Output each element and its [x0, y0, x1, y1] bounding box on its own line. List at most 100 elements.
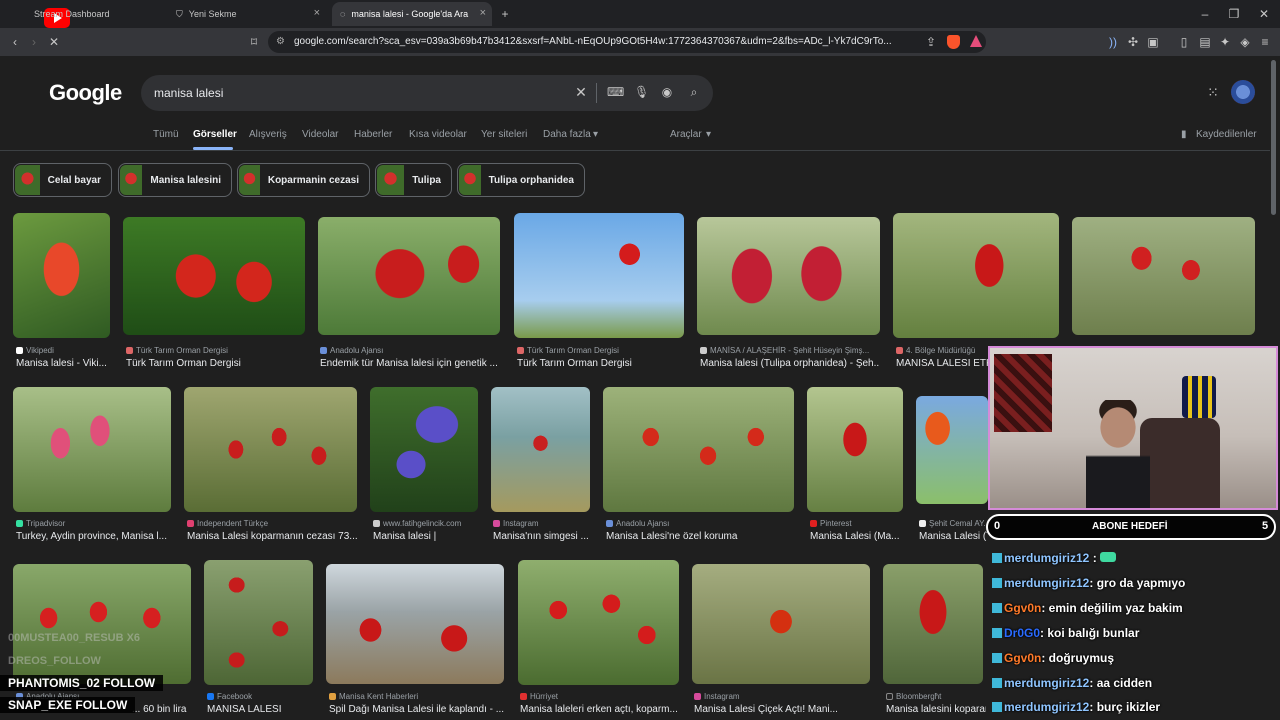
maximize-icon[interactable]: ❐: [1227, 7, 1241, 21]
goal-label: ABONE HEDEFİ: [1092, 521, 1168, 532]
wallet-icon[interactable]: ▤: [1198, 35, 1212, 49]
tab-images[interactable]: Görseller: [193, 129, 237, 140]
lens-icon[interactable]: ◉: [660, 85, 674, 99]
chip-koparmanin-cezasi[interactable]: Koparmanin cezasi: [237, 163, 370, 197]
back-icon[interactable]: ‹: [8, 35, 22, 49]
result-title[interactable]: Manisa Lalesi (T...: [919, 531, 987, 542]
image-result[interactable]: [893, 213, 1059, 338]
clear-icon[interactable]: ✕: [574, 85, 588, 99]
tab-shopping[interactable]: Alışveriş: [249, 129, 287, 140]
search-query[interactable]: manisa lalesi: [154, 86, 223, 100]
menu-icon[interactable]: ≡: [1258, 35, 1272, 49]
favicon: [373, 520, 380, 527]
tools-button[interactable]: Araçlar: [670, 129, 702, 140]
favicon: [694, 693, 701, 700]
site-info-icon[interactable]: ⚙: [276, 31, 285, 53]
saved-button[interactable]: Kaydedilenler: [1196, 129, 1257, 140]
close-tab-icon[interactable]: ×: [314, 7, 320, 19]
tab-web[interactable]: Yer siteleri: [481, 129, 527, 140]
address-bar[interactable]: ⚙ google.com/search?sca_esv=039a3b69b47b…: [268, 31, 986, 53]
rewards-icon[interactable]: [970, 35, 982, 47]
close-tab-icon[interactable]: ×: [480, 7, 486, 19]
tab-new[interactable]: ⛉ Yeni Sekme ×: [168, 2, 326, 26]
image-result[interactable]: [370, 387, 478, 512]
extensions-icon[interactable]: ✣: [1126, 35, 1140, 49]
result-title[interactable]: Manisa'nın simgesi ...: [493, 531, 591, 542]
sidebar-icon[interactable]: ▯: [1177, 35, 1191, 49]
leo-icon[interactable]: ✦: [1218, 35, 1232, 49]
result-title[interactable]: MANİSA LALESİ: [207, 704, 313, 715]
image-result[interactable]: [514, 213, 684, 338]
scrollbar[interactable]: [1271, 60, 1276, 215]
result-source: Hürriyet: [520, 692, 680, 701]
image-result[interactable]: [1072, 217, 1255, 335]
mic-icon[interactable]: 🎙: [634, 85, 649, 99]
share-icon[interactable]: ⇪: [924, 35, 938, 49]
search-input[interactable]: [141, 75, 713, 111]
result-title[interactable]: Türk Tarım Orman Dergisi: [517, 358, 685, 369]
result-title[interactable]: Manisa Lalesi koparmanın cezası 73...: [187, 531, 357, 542]
forward-icon[interactable]: ›: [27, 35, 41, 49]
image-result[interactable]: [326, 564, 504, 684]
chip-celal-bayar[interactable]: Celal bayar: [13, 163, 112, 197]
vpn-icon[interactable]: ◈: [1238, 35, 1252, 49]
result-title[interactable]: ... 60 bin lira: [132, 704, 192, 715]
image-result[interactable]: [184, 387, 357, 512]
google-logo[interactable]: Google: [49, 80, 122, 106]
cast-icon[interactable]: ▣: [1146, 35, 1160, 49]
search-icon[interactable]: ⌕: [687, 85, 701, 99]
tab-news[interactable]: Haberler: [354, 129, 392, 140]
bookmark-icon[interactable]: ⌑: [247, 35, 261, 49]
result-title[interactable]: Turkey, Aydin province, Manisa l...: [16, 531, 171, 542]
emote-icon: [1100, 552, 1117, 562]
minimize-icon[interactable]: –: [1198, 7, 1212, 21]
image-result[interactable]: [123, 217, 305, 335]
image-result[interactable]: [318, 217, 500, 335]
brave-shield-icon[interactable]: [947, 35, 960, 49]
tab-stream-dashboard[interactable]: Stream Dashboard: [20, 2, 160, 26]
image-result[interactable]: [13, 213, 110, 338]
image-result[interactable]: [491, 387, 590, 512]
tab-short-videos[interactable]: Kısa videolar: [409, 129, 467, 140]
result-title[interactable]: Manisa Lalesi Çiçek Açtı! Mani...: [694, 704, 870, 715]
result-title[interactable]: Endemik tür Manisa lalesi için genetik .…: [320, 358, 500, 369]
result-title[interactable]: Türk Tarım Orman Dergisi: [126, 358, 306, 369]
result-title[interactable]: MANİSA LALESİ ETK...: [896, 358, 988, 369]
result-title[interactable]: Manisa lalesi |: [373, 531, 479, 542]
result-title[interactable]: Manisa Lalesi (Ma...: [810, 531, 904, 542]
image-result[interactable]: [603, 387, 794, 512]
image-result[interactable]: [13, 387, 171, 512]
tab-all[interactable]: Tümü: [153, 129, 179, 140]
result-title[interactable]: Manisa lalesini koparana...: [886, 704, 986, 715]
result-title[interactable]: Manisa Lalesi'ne özel koruma: [606, 531, 794, 542]
chip-manisa-lalesini[interactable]: Manisa lalesini: [118, 163, 232, 197]
tab-bar: Stream Dashboard ⛉ Yeni Sekme × ◌ manisa…: [0, 0, 1280, 28]
new-tab-icon[interactable]: +: [498, 7, 512, 21]
image-result[interactable]: [518, 560, 679, 685]
image-result[interactable]: [204, 560, 313, 685]
image-result[interactable]: [692, 564, 870, 684]
tab-google-search[interactable]: ◌ manisa lalesi - Google'da Ara ×: [332, 2, 492, 26]
image-result[interactable]: [916, 396, 988, 504]
image-result[interactable]: [697, 217, 880, 335]
chip-thumbnail: [239, 165, 260, 195]
result-title[interactable]: Manisa lalesi - Viki...: [16, 358, 110, 369]
favicon: [16, 347, 23, 354]
avatar[interactable]: [1231, 80, 1255, 104]
apps-icon[interactable]: ⁙: [1206, 85, 1220, 99]
chip-tulipa[interactable]: Tulipa: [375, 163, 452, 197]
stop-icon[interactable]: ✕: [47, 35, 61, 49]
image-result[interactable]: [807, 387, 903, 512]
keyboard-icon[interactable]: ⌨: [607, 85, 624, 99]
tab-videos[interactable]: Videolar: [302, 129, 339, 140]
close-window-icon[interactable]: ✕: [1257, 7, 1271, 21]
result-title[interactable]: Spil Dağı Manisa Lalesi ile kaplandı - .…: [329, 704, 504, 715]
tab-more[interactable]: Daha fazla: [543, 129, 591, 140]
result-title[interactable]: Manisa laleleri erken açtı, koparm...: [520, 704, 680, 715]
chip-tulipa-orphanidea[interactable]: Tulipa orphanidea: [457, 163, 585, 197]
image-result[interactable]: [883, 564, 983, 684]
result-title[interactable]: Manisa lalesi (Tulipa orphanidea) - Şeh.…: [700, 358, 880, 369]
event-ghost: DREOS_FOLLOW: [8, 655, 101, 667]
translate-icon[interactable]: )): [1106, 35, 1120, 49]
favicon: [517, 347, 524, 354]
